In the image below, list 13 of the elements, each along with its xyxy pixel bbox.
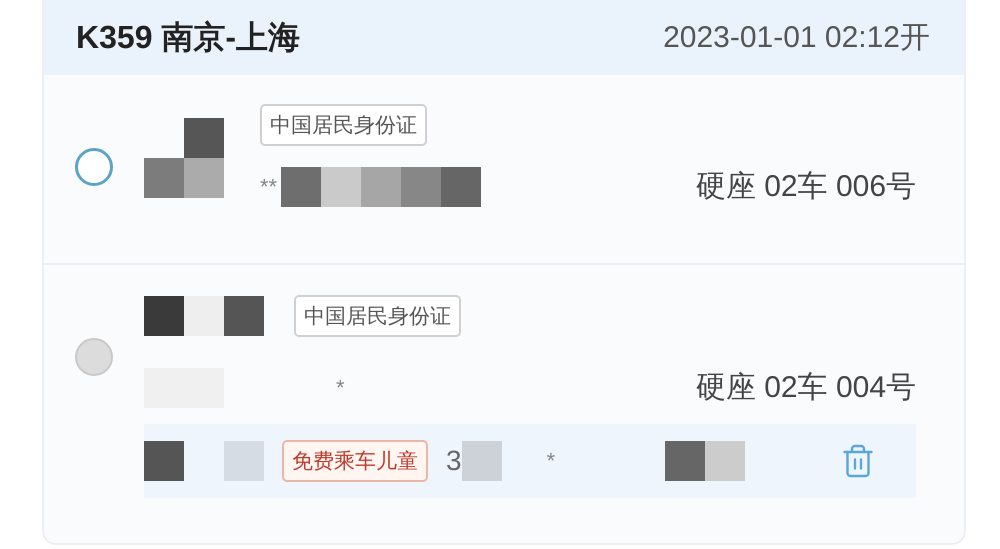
- id-type-tag: 中国居民身份证: [294, 295, 461, 337]
- id-type-tag: 中国居民身份证: [260, 104, 427, 146]
- departure-time: 2023-01-01 02:12开: [663, 20, 930, 56]
- redaction-mosaic: [462, 441, 502, 481]
- seat-info: 硬座 02车 004号: [696, 370, 916, 406]
- child-ticket-tag: 免费乘车儿童: [282, 440, 428, 482]
- id-number: **: [260, 174, 278, 200]
- child-id-number: *: [546, 448, 556, 474]
- child-age: 3: [446, 445, 462, 477]
- seat-info: 硬座 02车 006号: [696, 169, 916, 205]
- radio-button[interactable]: [75, 148, 113, 186]
- train-route: K359 南京-上海: [76, 18, 300, 56]
- id-number: *: [336, 374, 345, 400]
